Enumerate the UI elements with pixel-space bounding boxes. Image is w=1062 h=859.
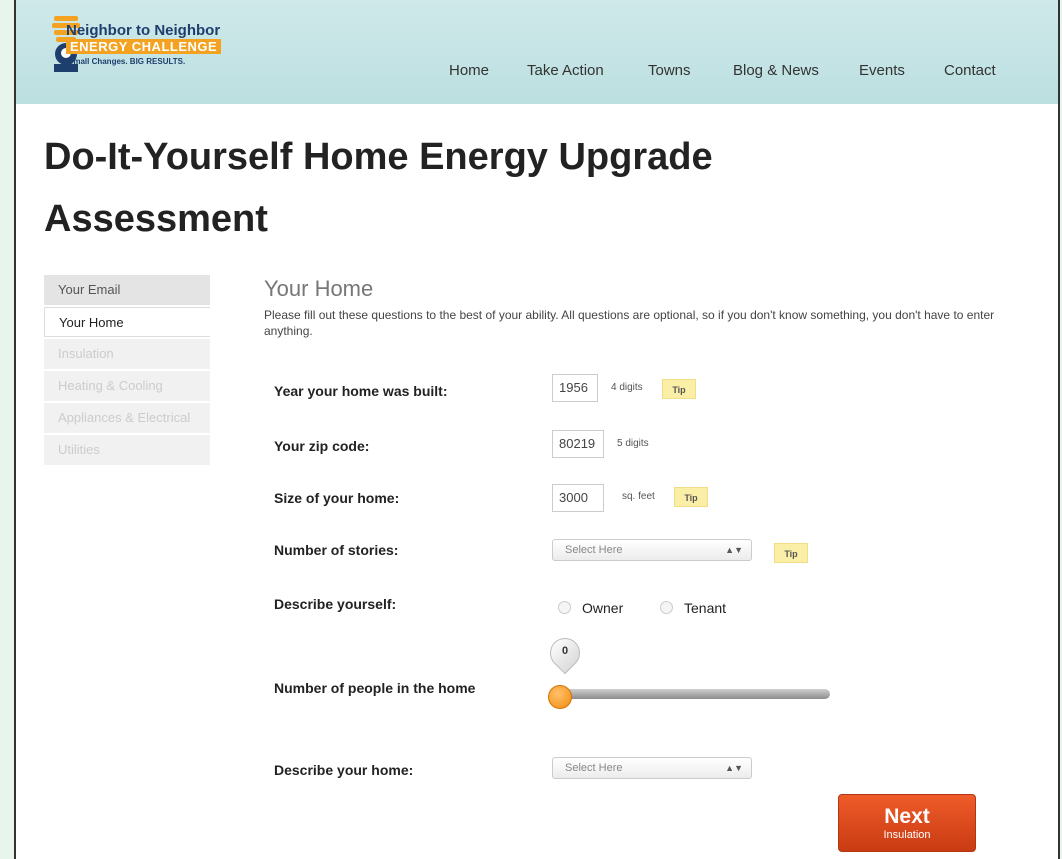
people-slider-thumb[interactable] (548, 685, 572, 709)
sidebar-item-your-home[interactable]: Your Home (44, 307, 210, 337)
people-slider-value: 0 (561, 645, 569, 657)
nav-item-events[interactable]: Events (859, 62, 905, 79)
sidebar-item-insulation: Insulation (44, 339, 210, 369)
step-sidebar: Your Email Your Home Insulation Heating … (44, 275, 210, 467)
nav-item-take-action[interactable]: Take Action (527, 62, 604, 79)
size-label: Size of your home: (274, 490, 400, 506)
stories-select[interactable]: Select Here ▲▼ (552, 539, 752, 561)
describe-yourself-label: Describe yourself: (274, 596, 397, 612)
owner-radio[interactable] (558, 601, 571, 614)
browser-page: Neighbor to Neighbor ENERGY CHALLENGE Sm… (14, 0, 1060, 859)
logo-subtitle: ENERGY CHALLENGE (66, 39, 222, 54)
next-button[interactable]: Next Insulation (838, 794, 976, 852)
next-button-sublabel: Insulation (883, 829, 931, 841)
nav-item-blog-news[interactable]: Blog & News (733, 62, 819, 79)
next-button-label: Next (884, 805, 930, 828)
size-input[interactable]: 3000 (552, 484, 604, 512)
sidebar-item-your-email[interactable]: Your Email (44, 275, 210, 305)
describe-home-label: Describe your home: (274, 762, 414, 778)
nav-item-towns[interactable]: Towns (648, 62, 691, 79)
section-intro: Please fill out these questions to the b… (264, 308, 995, 338)
nav-item-home[interactable]: Home (449, 62, 489, 79)
logo-title: Neighbor to Neighbor (66, 22, 221, 39)
size-tip-button[interactable]: Tip (674, 487, 708, 507)
year-built-label: Year your home was built: (274, 383, 448, 399)
describe-home-select[interactable]: Select Here ▲▼ (552, 757, 752, 779)
page-title: Do-It-Yourself Home Energy Upgrade Asses… (44, 136, 713, 240)
size-hint: sq. feet (622, 491, 655, 502)
year-built-input[interactable]: 1956 (552, 374, 598, 402)
site-header: Neighbor to Neighbor ENERGY CHALLENGE Sm… (16, 0, 1058, 104)
year-built-tip-button[interactable]: Tip (662, 379, 696, 399)
select-arrows-icon: ▲▼ (725, 763, 743, 773)
tenant-radio-label: Tenant (684, 600, 727, 616)
year-built-hint: 4 digits (611, 382, 643, 393)
nav-item-contact[interactable]: Contact (944, 62, 996, 79)
section-title: Your Home (264, 276, 374, 301)
logo-tagline: Small Changes. BIG RESULTS. (68, 57, 186, 66)
tenant-radio[interactable] (660, 601, 673, 614)
people-slider-track[interactable] (550, 689, 830, 699)
zip-input[interactable]: 80219 (552, 430, 604, 458)
sidebar-item-heating-cooling: Heating & Cooling (44, 371, 210, 401)
sidebar-item-utilities: Utilities (44, 435, 210, 465)
owner-radio-label: Owner (582, 600, 624, 616)
header-wave-border (16, 98, 1058, 108)
zip-label: Your zip code: (274, 438, 370, 454)
zip-hint: 5 digits (617, 438, 649, 449)
sidebar-item-appliances-electrical: Appliances & Electrical (44, 403, 210, 433)
stories-label: Number of stories: (274, 542, 399, 558)
select-arrows-icon: ▲▼ (725, 545, 743, 555)
stories-select-value: Select Here (565, 544, 623, 556)
stories-tip-button[interactable]: Tip (774, 543, 808, 563)
people-label: Number of people in the home (274, 680, 476, 696)
describe-home-select-value: Select Here (565, 762, 623, 774)
